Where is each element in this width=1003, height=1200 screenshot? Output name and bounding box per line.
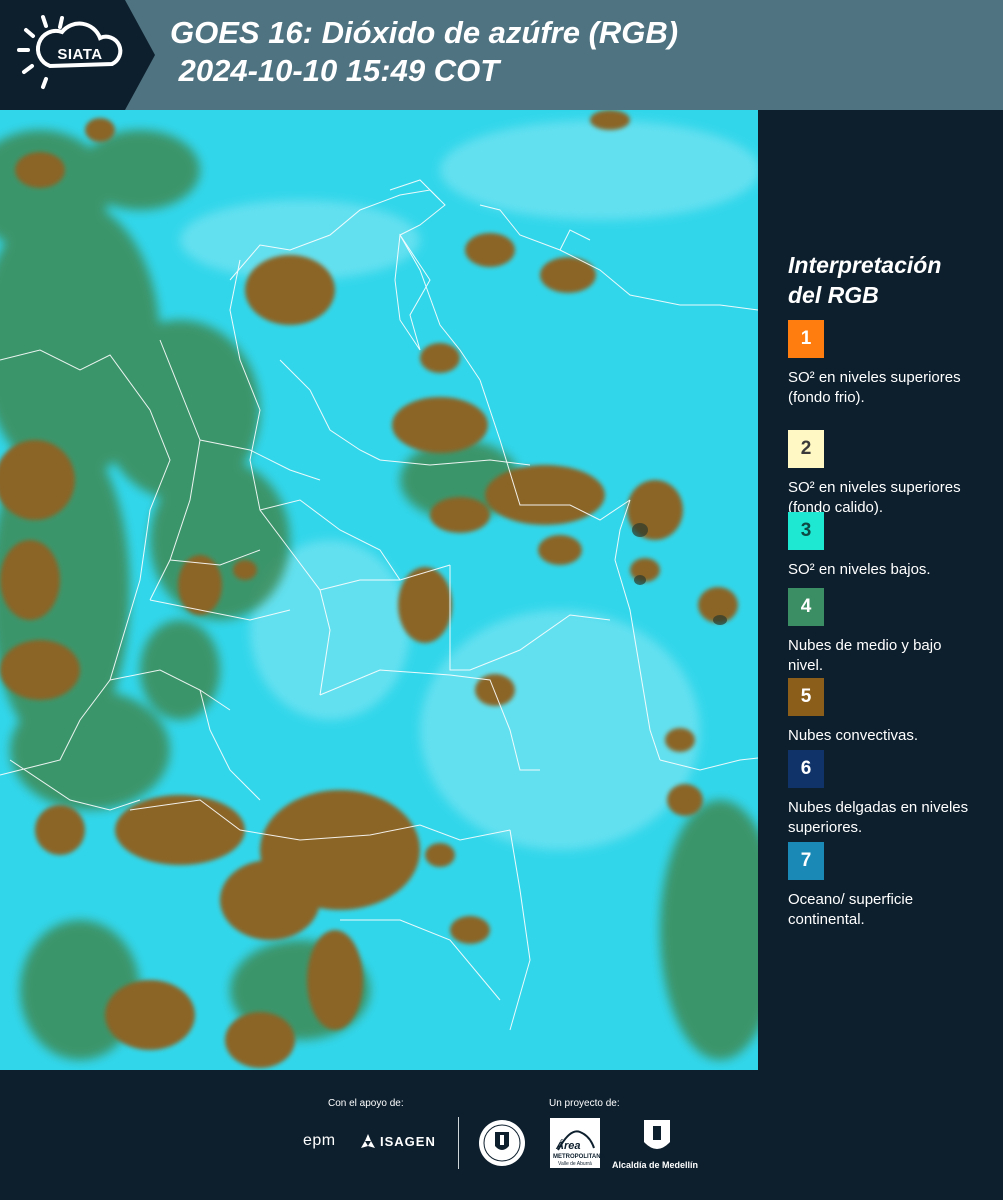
legend-swatch-2: 2 [788,430,824,468]
title-line-2: 2024-10-10 15:49 COT [170,53,500,88]
area-logo-subtext: METROPOLITANA [553,1154,605,1160]
legend-item-5: 5 Nubes convectivas. [788,678,988,746]
title-line-1: GOES 16: Dióxido de azúfre (RGB) [170,15,679,50]
legend-swatch-1: 1 [788,320,824,358]
legend-item-1: 1 SO² en niveles superiores (fondo frio). [788,320,988,408]
legend-item-6: 6 Nubes delgadas en niveles superiores. [788,750,988,838]
footer: Con el apoyo de: Un proyecto de: epm ISA… [0,1070,1003,1200]
legend-title: Interpretación del RGB [788,250,988,310]
legend-item-7: 7 Oceano/ superficie continental. [788,842,988,930]
medellin-seal-icon [479,1120,525,1166]
legend-swatch-7: 7 [788,842,824,880]
legend-item-3: 3 SO² en niveles bajos. [788,512,988,580]
legend-panel: Interpretación del RGB 1 SO² en niveles s… [788,250,988,928]
legend-label-1: SO² en niveles superiores (fondo frio). [788,369,961,406]
legend-label-3: SO² en niveles bajos. [788,561,931,578]
legend-label-5: Nubes convectivas. [788,727,919,744]
alcaldia-shield-icon [644,1120,670,1149]
legend-swatch-6: 6 [788,750,824,788]
legend-title-line-2: del RGB [788,282,879,308]
support-label: Con el apoyo de: [328,1098,404,1109]
isagen-icon [361,1134,375,1148]
alcaldia-label: Alcaldía de Medellín [612,1160,699,1170]
legend-label-7: Oceano/ superficie continental. [788,891,914,928]
legend-label-4: Nubes de medio y bajo nivel. [788,637,942,674]
legend-label-6: Nubes delgadas en niveles superiores. [788,799,969,836]
siata-logo: SIATA [0,0,155,110]
legend-swatch-4: 4 [788,588,824,626]
area-logo-subtext-2: Valle de Aburrá [558,1161,592,1167]
area-logo-text: Área [556,1140,581,1152]
project-label: Un proyecto de: [549,1098,620,1109]
isagen-logo: ISAGEN [380,1134,436,1149]
epm-logo: epm [303,1132,336,1149]
satellite-map[interactable] [0,110,758,1070]
legend-title-line-1: Interpretación [788,252,942,278]
footer-divider [458,1117,459,1169]
legend-swatch-5: 5 [788,678,824,716]
legend-item-4: 4 Nubes de medio y bajo nivel. [788,588,988,676]
page-title: GOES 16: Dióxido de azúfre (RGB) 2024-10… [170,14,678,90]
legend-swatch-3: 3 [788,512,824,550]
legend-item-2: 2 SO² en niveles superiores (fondo calido… [788,430,988,518]
header-bar: SIATA GOES 16: Dióxido de azúfre (RGB) 2… [0,0,1003,110]
logo-text: SIATA [57,46,103,63]
